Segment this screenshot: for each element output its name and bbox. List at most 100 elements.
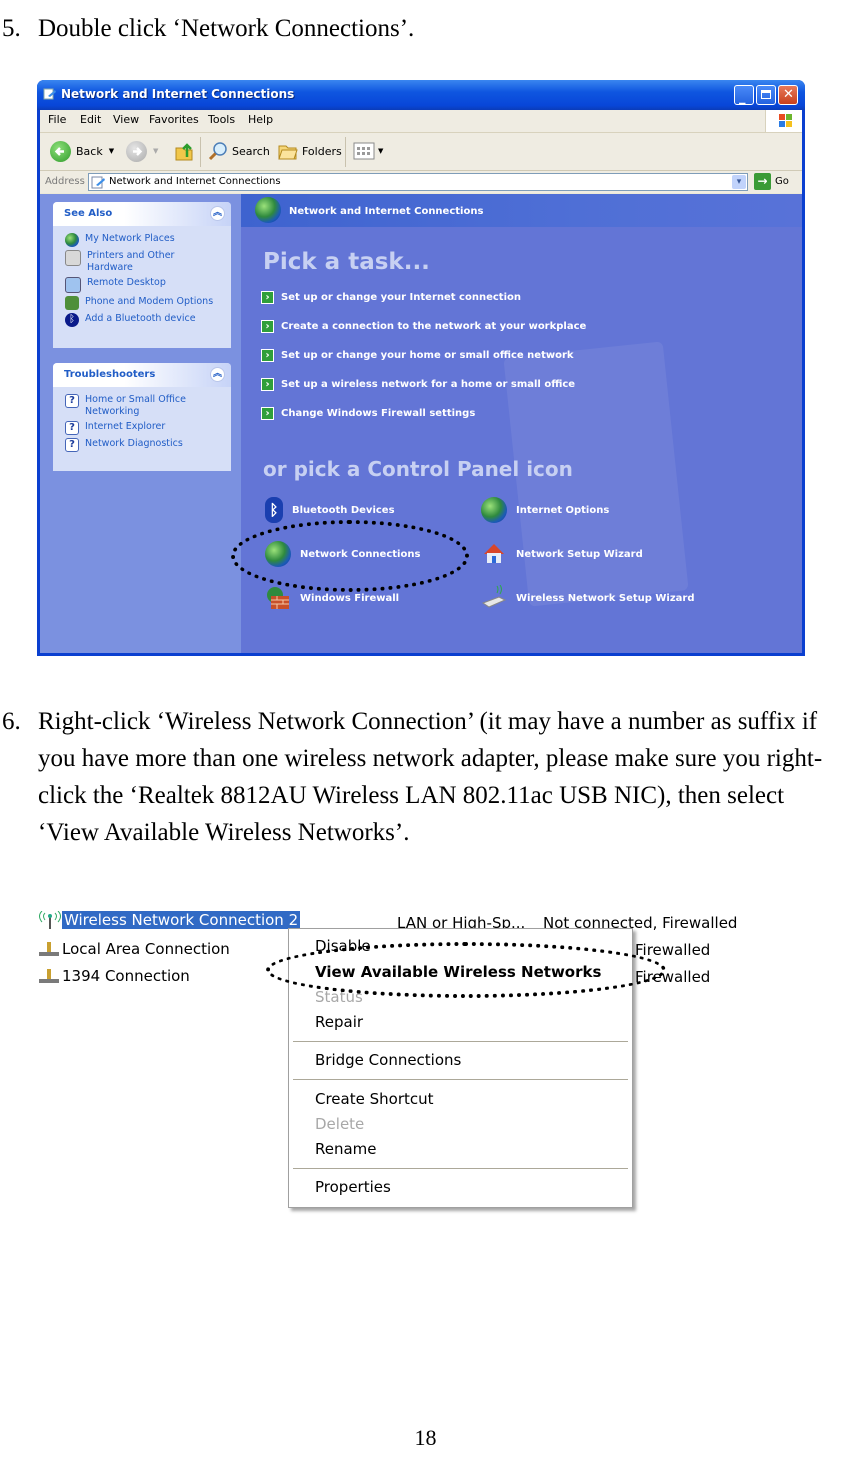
troubleshooters-panel: Troubleshooters ︽ ? Home or Small Office N… — [53, 363, 231, 471]
maximize-button[interactable] — [756, 85, 776, 105]
green-arrow-icon: › — [261, 349, 274, 362]
cp-internet-options[interactable]: Internet Options — [481, 497, 609, 523]
connection-row-wireless[interactable]: Wireless Network Connection 2 — [38, 911, 301, 929]
close-button[interactable]: ✕ — [778, 85, 798, 105]
task-pane: See Also ︽ My Network Places Printers and… — [40, 194, 241, 653]
green-arrow-icon: › — [261, 378, 274, 391]
menu-view[interactable]: View — [113, 113, 139, 126]
see-also-bluetooth[interactable]: ᛒ Add a Bluetooth device — [65, 313, 231, 327]
wireless-adapter-icon — [481, 584, 507, 611]
forward-arrow-icon — [126, 140, 147, 162]
menu-bar: File Edit View Favorites Tools Help — [40, 110, 802, 133]
back-button[interactable]: Back ▼ — [50, 139, 114, 163]
forward-dropdown-icon[interactable]: ▼ — [153, 147, 158, 155]
go-button[interactable]: → Go — [754, 173, 789, 190]
troubleshooter-home-network[interactable]: ? Home or Small Office Networking — [65, 394, 231, 418]
collapse-icon[interactable]: ︽ — [210, 367, 225, 382]
collapse-icon[interactable]: ︽ — [210, 206, 225, 221]
see-also-my-network-places[interactable]: My Network Places — [65, 233, 231, 247]
cp-wireless-network-setup-wizard[interactable]: Wireless Network Setup Wizard — [481, 584, 695, 611]
page-number: 18 — [414, 1425, 437, 1450]
folders-button[interactable]: Folders — [277, 139, 342, 163]
address-bar: Address Network and Internet Connections… — [40, 171, 802, 193]
green-arrow-icon: › — [261, 320, 274, 333]
search-button[interactable]: Search — [207, 139, 270, 163]
wireless-antenna-icon — [39, 911, 61, 929]
views-button[interactable]: ▼ — [353, 139, 383, 163]
connection-row-1394[interactable]: 1394 Connection — [38, 967, 190, 985]
connection-row-local-area[interactable]: Local Area Connection — [38, 940, 230, 958]
connection-name: Wireless Network Connection 2 — [62, 911, 301, 929]
troubleshooter-internet-explorer[interactable]: ? Internet Explorer — [65, 421, 231, 435]
menu-separator — [293, 1168, 628, 1169]
toolbar: Back ▼ ▼ Search Folders ▼ — [40, 133, 802, 171]
menu-edit[interactable]: Edit — [80, 113, 101, 126]
connection-status: Firewalled — [635, 941, 711, 959]
menu-tools[interactable]: Tools — [208, 113, 235, 126]
menu-file[interactable]: File — [48, 113, 66, 126]
network-globe-icon — [255, 197, 281, 223]
up-folder-icon — [175, 143, 193, 161]
highlight-ellipse — [231, 520, 469, 592]
search-icon — [208, 142, 227, 161]
menu-item-rename[interactable]: Rename — [315, 1140, 377, 1158]
step-number: 5. — [2, 15, 21, 42]
go-label: Go — [775, 176, 789, 187]
cp-label: Internet Options — [516, 504, 610, 516]
cp-network-setup-wizard[interactable]: Network Setup Wizard — [481, 541, 643, 567]
link-label: Internet Explorer — [85, 421, 166, 432]
step-5: 5. Double click ‘Network Connections’. — [2, 10, 822, 50]
menu-item-create-shortcut[interactable]: Create Shortcut — [315, 1090, 434, 1108]
help-icon: ? — [65, 421, 79, 435]
task-workplace-connection[interactable]: › Create a connection to the network at y… — [261, 320, 586, 333]
task-label: Create a connection to the network at yo… — [281, 321, 587, 332]
minimize-button[interactable]: _ — [734, 85, 754, 105]
menu-item-delete: Delete — [315, 1115, 365, 1133]
task-label: Set up or change your Internet connectio… — [281, 292, 521, 303]
views-icon — [353, 142, 375, 160]
task-internet-connection[interactable]: › Set up or change your Internet connecti… — [261, 291, 521, 304]
menu-item-properties[interactable]: Properties — [315, 1178, 391, 1196]
help-icon: ? — [65, 438, 79, 452]
control-panel-icon — [43, 88, 56, 100]
views-dropdown-icon[interactable]: ▼ — [378, 147, 383, 155]
back-dropdown-icon[interactable]: ▼ — [109, 147, 114, 155]
green-arrow-icon: › — [261, 291, 274, 304]
menu-help[interactable]: Help — [248, 113, 273, 126]
help-icon: ? — [65, 394, 79, 408]
connection-name: Local Area Connection — [62, 940, 230, 958]
link-label: Network Diagnostics — [85, 438, 183, 449]
toolbar-separator — [345, 137, 346, 167]
task-firewall-settings[interactable]: › Change Windows Firewall settings — [261, 407, 475, 420]
task-label: Change Windows Firewall settings — [281, 408, 476, 419]
task-home-network[interactable]: › Set up or change your home or small off… — [261, 349, 574, 362]
menu-separator — [293, 1041, 628, 1042]
cp-label: Wireless Network Setup Wizard — [516, 592, 695, 604]
toolbar-separator — [200, 137, 201, 167]
main-pane: Network and Internet Connections Pick a … — [231, 194, 802, 653]
address-dropdown-icon[interactable]: ▾ — [732, 175, 746, 189]
see-also-title: See Also — [64, 208, 113, 219]
cp-bluetooth-devices[interactable]: ᛒ Bluetooth Devices — [265, 497, 395, 523]
see-also-panel: See Also ︽ My Network Places Printers and… — [53, 202, 231, 348]
see-also-printers[interactable]: Printers and Other Hardware — [65, 250, 231, 274]
category-header: Network and Internet Connections — [241, 194, 802, 227]
see-also-phone-modem[interactable]: Phone and Modem Options — [65, 296, 231, 310]
printer-icon — [65, 250, 81, 266]
address-input[interactable]: Network and Internet Connections ▾ — [88, 173, 748, 191]
address-value: Network and Internet Connections — [109, 176, 281, 187]
cp-label: Bluetooth Devices — [292, 504, 395, 516]
link-label: Add a Bluetooth device — [85, 313, 196, 324]
see-also-remote-desktop[interactable]: Remote Desktop — [65, 277, 231, 293]
menu-favorites[interactable]: Favorites — [149, 113, 199, 126]
menu-separator — [293, 1079, 628, 1080]
forward-button[interactable]: ▼ — [126, 139, 158, 163]
link-label: Home or Small Office Networking — [85, 394, 186, 417]
menu-item-repair[interactable]: Repair — [315, 1013, 363, 1031]
troubleshooter-network-diagnostics[interactable]: ? Network Diagnostics — [65, 438, 231, 452]
up-folder-button[interactable] — [173, 139, 195, 163]
task-wireless-network[interactable]: › Set up a wireless network for a home or… — [261, 378, 575, 391]
search-label: Search — [232, 144, 270, 158]
task-label: Set up or change your home or small offi… — [281, 350, 574, 361]
menu-item-bridge-connections[interactable]: Bridge Connections — [315, 1051, 461, 1069]
